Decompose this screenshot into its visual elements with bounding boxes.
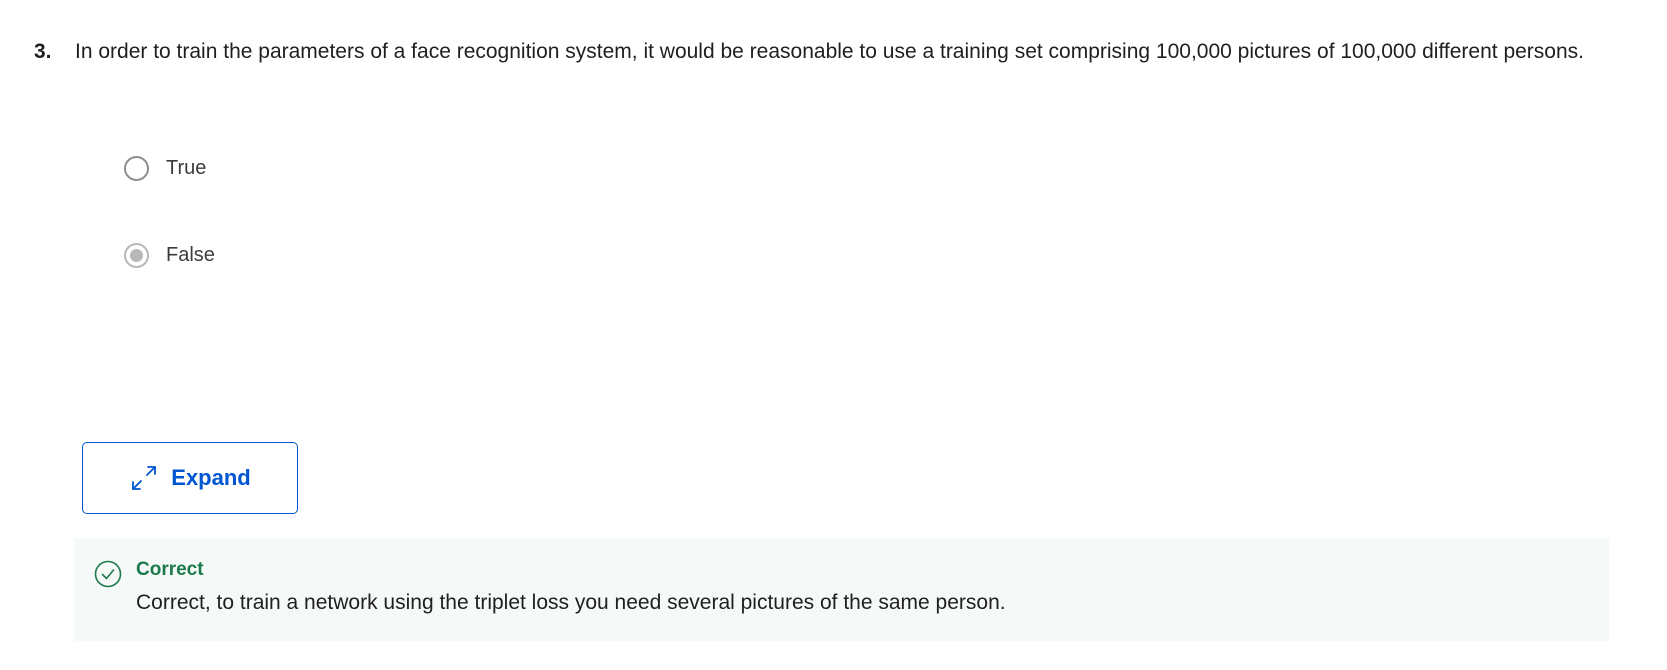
expand-button-label: Expand bbox=[171, 465, 251, 490]
option-label: False bbox=[166, 243, 215, 266]
radio-button-unselected[interactable] bbox=[124, 155, 149, 181]
option-true[interactable]: True bbox=[124, 152, 215, 184]
feedback-panel: Correct Correct, to train a network usin… bbox=[74, 538, 1609, 641]
answer-options: True False bbox=[124, 152, 215, 326]
option-label: True bbox=[166, 156, 207, 179]
expand-arrows-icon bbox=[132, 466, 157, 490]
quiz-question-page: 3. In order to train the parameters of a… bbox=[0, 0, 1667, 670]
feedback-status: Correct bbox=[136, 559, 204, 580]
check-circle-icon bbox=[94, 560, 122, 588]
radio-button-selected[interactable] bbox=[124, 242, 149, 268]
expand-button[interactable]: Expand bbox=[82, 442, 298, 514]
question-text: In order to train the parameters of a fa… bbox=[75, 40, 1584, 63]
feedback-message: Correct, to train a network using the tr… bbox=[136, 591, 1006, 614]
option-false[interactable]: False bbox=[124, 239, 215, 271]
question-block: 3. In order to train the parameters of a… bbox=[34, 34, 1624, 70]
question-number: 3. bbox=[34, 40, 52, 63]
